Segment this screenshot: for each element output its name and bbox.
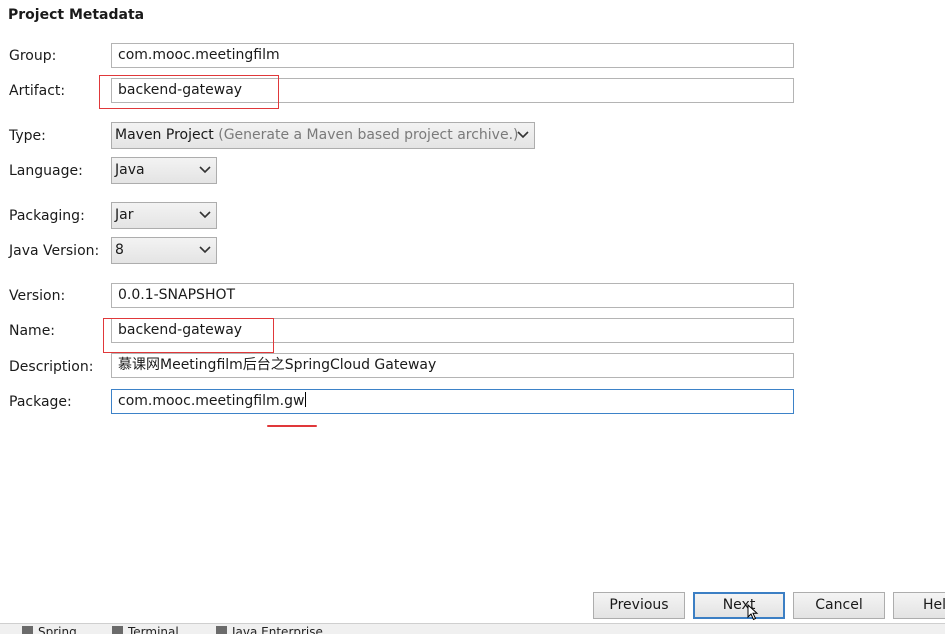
java-version-select[interactable]: 8 [111,237,217,264]
packaging-label: Packaging: [9,208,85,224]
type-select-value: Maven Project [115,127,214,143]
mouse-cursor-icon [747,604,759,621]
chevron-down-icon [199,211,211,219]
version-label: Version: [9,288,66,304]
name-label: Name: [9,323,56,339]
type-label: Type: [9,128,46,144]
package-underline-annotation [267,425,317,427]
next-button[interactable]: Next [693,592,785,619]
version-field[interactable]: 0.0.1-SNAPSHOT [111,283,794,308]
language-label: Language: [9,163,83,179]
language-select-value: Java [115,162,145,178]
package-label: Package: [9,394,72,410]
java-version-label: Java Version: [9,243,100,259]
package-field-value: com.mooc.meetingfilm.gw [118,393,305,409]
chevron-down-icon [199,246,211,254]
type-select-hint: (Generate a Maven based project archive.… [218,127,519,143]
group-label: Group: [9,48,57,64]
artifact-label: Artifact: [9,83,66,99]
packaging-select-value: Jar [115,207,134,223]
java-version-select-value: 8 [115,242,124,258]
bottom-tool-tabs: Spring Terminal Java Enterprise [0,623,945,634]
chevron-down-icon [517,131,529,139]
description-field[interactable]: 慕课网Meetingfilm后台之SpringCloud Gateway [111,353,794,378]
help-button[interactable]: Help [893,592,945,619]
artifact-highlight-annotation [99,75,279,109]
text-caret [305,392,307,407]
description-label: Description: [9,359,94,375]
cancel-button[interactable]: Cancel [793,592,885,619]
group-field[interactable]: com.mooc.meetingfilm [111,43,794,68]
section-title: Project Metadata [8,7,145,23]
name-highlight-annotation [103,318,274,353]
chevron-down-icon [199,166,211,174]
previous-button[interactable]: Previous [593,592,685,619]
packaging-select[interactable]: Jar [111,202,217,229]
type-select[interactable]: Maven Project (Generate a Maven based pr… [111,122,535,149]
package-field[interactable]: com.mooc.meetingfilm.gw [111,389,794,414]
language-select[interactable]: Java [111,157,217,184]
